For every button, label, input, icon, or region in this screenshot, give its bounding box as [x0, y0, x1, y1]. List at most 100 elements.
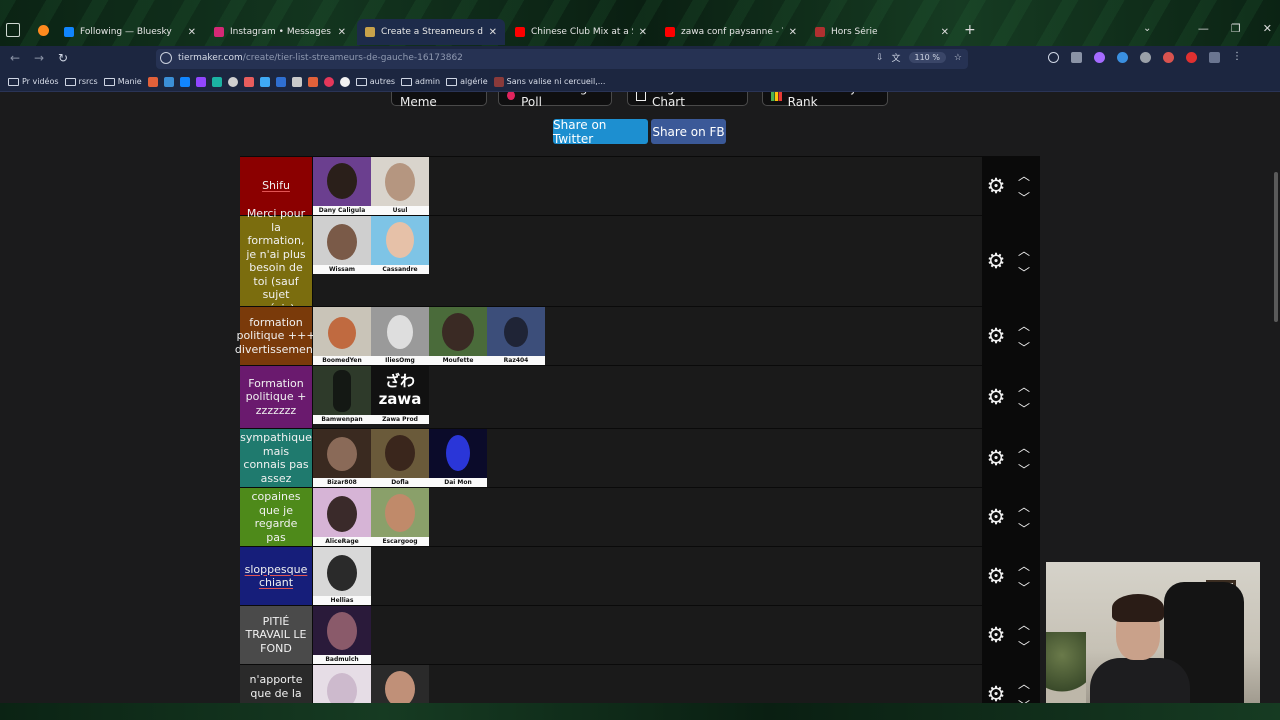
chevron-down-icon[interactable]: ﹀ — [1018, 339, 1030, 356]
tier-label[interactable]: Merci pour la formation, je n'ai plus be… — [240, 207, 313, 315]
bookmark-folder[interactable]: autres — [355, 77, 395, 86]
tier-label[interactable]: copaines que je regarde pas — [240, 488, 313, 546]
account-icon[interactable] — [1048, 52, 1059, 63]
gear-icon[interactable]: ⚙ — [986, 566, 1006, 587]
bookmark-icon[interactable] — [259, 76, 270, 87]
bookmark-star-icon[interactable]: ☆ — [954, 53, 962, 63]
bookmark-icon[interactable] — [147, 76, 158, 87]
bluesky-icon[interactable] — [179, 76, 190, 87]
share-fb-button[interactable]: Share on FB — [651, 119, 726, 144]
gear-icon[interactable]: ⚙ — [986, 387, 1006, 408]
bookmark-link[interactable]: Sans valise ni cercueil,... — [493, 76, 605, 87]
minimize-button[interactable]: — — [1198, 22, 1209, 35]
bookmark-icon[interactable] — [307, 76, 318, 87]
gear-icon[interactable]: ⚙ — [986, 625, 1006, 646]
chevron-down-icon[interactable]: ﹀ — [1018, 579, 1030, 596]
bookmark-icon[interactable] — [211, 76, 222, 87]
gear-icon[interactable]: ⚙ — [986, 684, 1006, 705]
tier-items[interactable]: Badmulch — [313, 606, 982, 664]
bookmark-folder[interactable]: algérie — [446, 77, 488, 86]
chevron-down-icon[interactable]: ﹀ — [1018, 264, 1030, 281]
menu-icon[interactable]: ⋮ — [1232, 52, 1243, 63]
close-tab-icon[interactable]: ✕ — [489, 27, 497, 38]
bookmark-icon[interactable] — [291, 76, 302, 87]
close-tab-icon[interactable]: ✕ — [338, 27, 346, 38]
install-app-icon[interactable]: ⇩ — [876, 53, 884, 63]
tier-items[interactable]: Bizar808 Dofla Dai Mon — [313, 429, 982, 487]
tier-item[interactable]: ざわ zawa Zawa Prod — [371, 366, 429, 424]
tier-label[interactable]: formation politique +++ divertissement — [235, 307, 317, 365]
bookmark-icon[interactable] — [339, 76, 350, 87]
close-window-button[interactable]: ✕ — [1263, 22, 1272, 35]
close-tab-icon[interactable]: ✕ — [941, 27, 949, 38]
bookmark-icon[interactable] — [243, 76, 254, 87]
tier-label[interactable]: sympathique mais connais pas assez — [240, 429, 313, 487]
tier-item[interactable]: Dany Caligula — [313, 157, 371, 215]
tier-item[interactable]: IliesOmg — [371, 307, 429, 365]
tier-label[interactable]: Formation politique + zzzzzzz — [240, 366, 313, 428]
tier-item[interactable]: Escargoog — [371, 488, 429, 546]
bookmark-folder[interactable]: Pr vidéos — [8, 77, 59, 86]
tier-items[interactable]: Bamwenpan ざわ zawa Zawa Prod — [313, 366, 982, 428]
tier-item[interactable]: Dofla — [371, 429, 429, 487]
gear-icon[interactable]: ⚙ — [986, 326, 1006, 347]
translate-icon[interactable]: 文 — [891, 51, 900, 64]
chevron-down-icon[interactable]: ﹀ — [1018, 461, 1030, 478]
chevron-up-icon[interactable]: ︿ — [1018, 557, 1030, 574]
tab-tiermaker[interactable]: Create a Streameurs de Gauche ✕ — [357, 19, 505, 45]
gear-icon[interactable]: ⚙ — [986, 448, 1006, 469]
site-info-icon[interactable] — [160, 52, 172, 64]
chevron-down-icon[interactable]: ﹀ — [1018, 189, 1030, 206]
tier-item[interactable]: Raz404 — [487, 307, 545, 365]
tier-item[interactable]: AliceRage — [313, 488, 371, 546]
tier-item[interactable]: Usul — [371, 157, 429, 215]
tab-instagram[interactable]: Instagram • Messages ✕ — [206, 19, 354, 45]
tier-items[interactable]: Wissam Cassandre — [313, 216, 982, 306]
chevron-up-icon[interactable]: ︿ — [1018, 317, 1030, 334]
tier-item[interactable]: Bizar808 — [313, 429, 371, 487]
tier-items[interactable]: Hellias — [313, 547, 982, 605]
tier-item[interactable]: Moufette — [429, 307, 487, 365]
create-meme-button[interactable]: Create a Meme — [391, 92, 487, 109]
tier-item[interactable]: BoomedYen — [313, 307, 371, 365]
share-twitter-button[interactable]: Share on Twitter — [553, 118, 648, 146]
chevron-up-icon[interactable]: ︿ — [1018, 498, 1030, 515]
tab-bluesky[interactable]: Following — Bluesky ✕ — [56, 19, 204, 45]
tier-items[interactable]: Dany Caligula Usul — [313, 157, 982, 215]
gear-icon[interactable] — [227, 76, 238, 87]
extension-icon[interactable] — [1117, 52, 1128, 63]
alignment-chart-button[interactable]: Alignment Chart — [627, 92, 748, 109]
tier-items[interactable]: BoomedYen IliesOmg Moufette Raz404 — [313, 307, 982, 365]
share-icon[interactable] — [1071, 52, 1082, 63]
extension-icon[interactable] — [1186, 52, 1197, 63]
new-tab-button[interactable]: + — [964, 22, 976, 38]
zoom-indicator[interactable]: 110 % — [908, 52, 946, 63]
bookmark-folder[interactable]: Manie — [103, 77, 142, 86]
close-tab-icon[interactable]: ✕ — [639, 27, 647, 38]
close-tab-icon[interactable]: ✕ — [188, 27, 196, 38]
tier-label[interactable]: sloppesque chiant — [240, 547, 313, 605]
gear-icon[interactable]: ⚙ — [986, 176, 1006, 197]
bookmark-folder[interactable]: admin — [401, 77, 440, 86]
chevron-down-icon[interactable]: ﹀ — [1018, 638, 1030, 655]
browser-logo-icon[interactable] — [38, 25, 49, 36]
gear-icon[interactable]: ⚙ — [986, 507, 1006, 528]
sidebar-icon[interactable] — [1209, 52, 1220, 63]
chevron-up-icon[interactable]: ︿ — [1018, 439, 1030, 456]
extension-icon[interactable] — [1094, 52, 1105, 63]
twitch-icon[interactable] — [195, 76, 206, 87]
tier-item[interactable]: Bamwenpan — [313, 366, 371, 424]
tier-items[interactable]: AliceRage Escargoog — [313, 488, 982, 546]
tab-hors-serie[interactable]: Hors Série ✕ — [807, 19, 957, 45]
forward-icon[interactable]: → — [34, 51, 44, 65]
bookmark-icon[interactable] — [323, 76, 334, 87]
chevron-up-icon[interactable]: ︿ — [1018, 616, 1030, 633]
bookmark-icon[interactable] — [275, 76, 286, 87]
bookmark-folder[interactable]: rsrcs — [64, 77, 98, 86]
tab-youtube-zawa[interactable]: zawa conf paysanne - YouTube ✕ — [657, 19, 805, 45]
tier-item[interactable]: Dai Mon — [429, 429, 487, 487]
tier-item[interactable]: Wissam — [313, 216, 371, 274]
address-bar[interactable]: tiermaker.com/create/tier-list-streameur… — [156, 49, 968, 69]
community-rank-button[interactable]: Community Rank — [762, 92, 888, 109]
chevron-down-icon[interactable]: ⌄ — [1143, 23, 1151, 34]
